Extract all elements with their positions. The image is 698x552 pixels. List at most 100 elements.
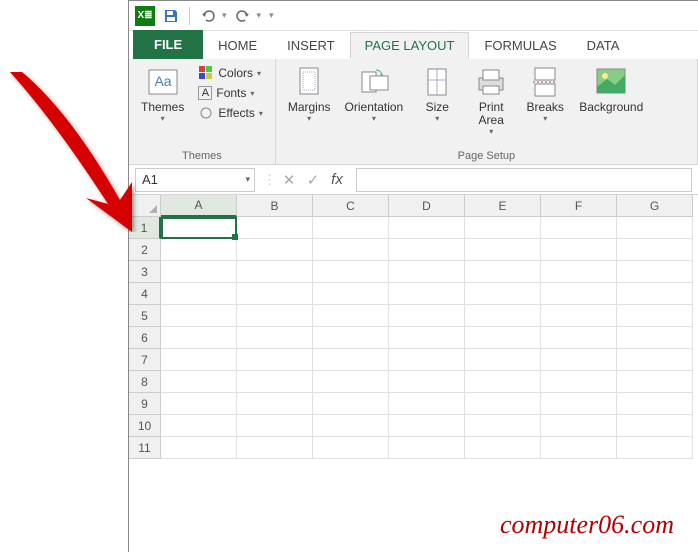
cell[interactable] (161, 261, 237, 283)
column-header[interactable]: A (161, 195, 237, 217)
cell[interactable] (465, 305, 541, 327)
cell[interactable] (161, 327, 237, 349)
row-header[interactable]: 6 (129, 327, 161, 349)
cell[interactable] (161, 437, 237, 459)
cell[interactable] (313, 217, 389, 239)
save-button[interactable] (159, 4, 183, 28)
cell[interactable] (465, 217, 541, 239)
fonts-button[interactable]: A Fonts ▾ (194, 84, 266, 102)
cell[interactable] (389, 283, 465, 305)
redo-button[interactable] (231, 4, 255, 28)
redo-dropdown-icon[interactable]: ▾ (257, 10, 262, 21)
row-header[interactable]: 7 (129, 349, 161, 371)
cell[interactable] (237, 261, 313, 283)
cell[interactable] (617, 217, 693, 239)
cell[interactable] (389, 261, 465, 283)
cell[interactable] (541, 415, 617, 437)
cell[interactable] (617, 239, 693, 261)
undo-dropdown-icon[interactable]: ▾ (222, 10, 227, 21)
cell[interactable] (313, 349, 389, 371)
cell[interactable] (465, 437, 541, 459)
cell[interactable] (541, 217, 617, 239)
background-button[interactable]: Background (575, 63, 647, 138)
cell[interactable] (313, 437, 389, 459)
cell[interactable] (237, 217, 313, 239)
cell[interactable] (389, 437, 465, 459)
cell[interactable] (237, 327, 313, 349)
cell[interactable] (161, 305, 237, 327)
cell[interactable] (541, 283, 617, 305)
cell[interactable] (313, 261, 389, 283)
cell[interactable] (541, 371, 617, 393)
qat-customize-icon[interactable]: ▾ (269, 10, 274, 21)
row-header[interactable]: 10 (129, 415, 161, 437)
cell[interactable] (617, 371, 693, 393)
cell[interactable] (465, 371, 541, 393)
cell[interactable] (313, 393, 389, 415)
cell[interactable] (617, 261, 693, 283)
tab-home[interactable]: HOME (203, 32, 272, 59)
column-header[interactable]: D (389, 195, 465, 217)
breaks-button[interactable]: Breaks ▾ (521, 63, 569, 138)
cell[interactable] (389, 415, 465, 437)
row-header[interactable]: 8 (129, 371, 161, 393)
cell[interactable] (617, 349, 693, 371)
formula-bar[interactable] (356, 168, 692, 192)
cell[interactable] (465, 327, 541, 349)
cell[interactable] (465, 283, 541, 305)
cell[interactable] (313, 327, 389, 349)
name-box[interactable]: A1 ▾ (135, 168, 255, 192)
cancel-button[interactable]: ✕ (278, 169, 300, 191)
column-header[interactable]: G (617, 195, 693, 217)
row-header[interactable]: 11 (129, 437, 161, 459)
cell[interactable] (161, 393, 237, 415)
cell[interactable] (617, 283, 693, 305)
cell[interactable] (465, 349, 541, 371)
size-button[interactable]: Size ▾ (413, 63, 461, 138)
row-header[interactable]: 9 (129, 393, 161, 415)
cell[interactable] (237, 371, 313, 393)
orientation-button[interactable]: Orientation ▾ (341, 63, 408, 138)
tab-formulas[interactable]: FORMULAS (469, 32, 571, 59)
cell[interactable] (389, 393, 465, 415)
margins-button[interactable]: Margins ▾ (284, 63, 335, 138)
cell[interactable] (389, 305, 465, 327)
enter-button[interactable]: ✓ (302, 169, 324, 191)
cell[interactable] (313, 371, 389, 393)
column-header[interactable]: C (313, 195, 389, 217)
column-header[interactable]: B (237, 195, 313, 217)
cell[interactable] (313, 283, 389, 305)
cell[interactable] (541, 239, 617, 261)
cell[interactable] (237, 349, 313, 371)
cell[interactable] (389, 371, 465, 393)
cell[interactable] (541, 393, 617, 415)
column-header[interactable]: F (541, 195, 617, 217)
cell[interactable] (465, 261, 541, 283)
cell[interactable] (617, 305, 693, 327)
colors-button[interactable]: Colors ▾ (194, 63, 266, 83)
cell[interactable] (313, 415, 389, 437)
cell[interactable] (389, 217, 465, 239)
print-area-button[interactable]: Print Area ▾ (467, 63, 515, 138)
cell[interactable] (617, 437, 693, 459)
cell[interactable] (541, 437, 617, 459)
cell[interactable] (313, 305, 389, 327)
cell[interactable] (389, 349, 465, 371)
row-header[interactable]: 4 (129, 283, 161, 305)
cell[interactable] (161, 349, 237, 371)
cell[interactable] (237, 239, 313, 261)
cell[interactable] (465, 415, 541, 437)
cell[interactable] (617, 393, 693, 415)
cell[interactable] (541, 305, 617, 327)
tab-file[interactable]: FILE (133, 30, 203, 59)
tab-data[interactable]: DATA (572, 32, 635, 59)
row-header[interactable]: 3 (129, 261, 161, 283)
cell[interactable] (313, 239, 389, 261)
cell[interactable] (541, 261, 617, 283)
cell[interactable] (617, 327, 693, 349)
cell[interactable] (161, 415, 237, 437)
cell[interactable] (237, 415, 313, 437)
themes-button[interactable]: Aa Themes ▾ (137, 63, 188, 125)
cell[interactable] (541, 349, 617, 371)
insert-function-button[interactable]: fx (326, 169, 348, 191)
